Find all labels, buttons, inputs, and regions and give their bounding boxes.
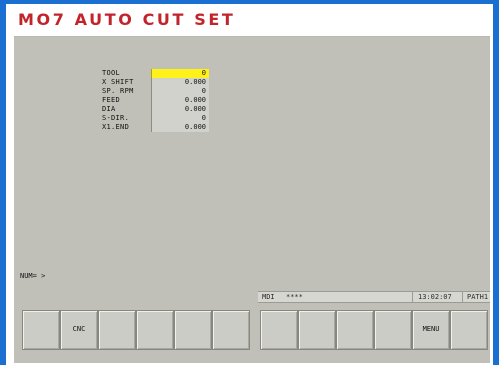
param-row-x-shift: X SHIFT 0.000 — [102, 78, 232, 87]
status-path: PATH1 — [467, 293, 489, 301]
softkey-10[interactable] — [374, 310, 412, 350]
param-value: 0.000 — [184, 123, 206, 131]
status-divider — [462, 292, 463, 303]
param-value: 0 — [201, 114, 206, 122]
cnc-screenshot: MO7 AUTO CUT SET TOOL 0 X SHIFT 0.000 SP… — [0, 0, 499, 365]
softkey-menu[interactable]: MENU — [412, 310, 450, 350]
param-value: 0.000 — [184, 96, 206, 104]
param-label: SP. RPM — [102, 87, 134, 95]
param-field-feed[interactable]: 0.000 — [151, 96, 209, 105]
softkey-bar: CNC MENU — [14, 305, 490, 355]
parameter-table: TOOL 0 X SHIFT 0.000 SP. RPM 0 FEED 0.00… — [102, 69, 232, 132]
param-row-s-dir: S-DIR. 0 — [102, 114, 232, 123]
param-label: DIA — [102, 105, 116, 113]
softkey-3[interactable] — [98, 310, 136, 350]
frame-border-right — [493, 0, 499, 365]
param-row-feed: FEED 0.000 — [102, 96, 232, 105]
softkey-8[interactable] — [298, 310, 336, 350]
status-bar: MDI **** 13:02:07 PATH1 — [258, 291, 490, 303]
status-time: 13:02:07 — [418, 293, 452, 301]
softkey-6[interactable] — [212, 310, 250, 350]
softkey-7[interactable] — [260, 310, 298, 350]
param-label: S-DIR. — [102, 114, 130, 122]
param-row-dia: DIA 0.000 — [102, 105, 232, 114]
param-value: 0.000 — [184, 105, 206, 113]
cnc-display: MO7 AUTO CUT SET TOOL 0 X SHIFT 0.000 SP… — [14, 7, 490, 363]
param-value: 0 — [201, 69, 206, 77]
page-title: MO7 AUTO CUT SET — [18, 10, 236, 29]
param-field-x-shift[interactable]: 0.000 — [151, 78, 209, 87]
softkey-1[interactable] — [22, 310, 60, 350]
param-field-sp-rpm[interactable]: 0 — [151, 87, 209, 96]
input-prompt[interactable]: NUM= > — [20, 272, 45, 280]
param-label: X SHIFT — [102, 78, 134, 86]
softkey-4[interactable] — [136, 310, 174, 350]
softkey-label: CNC — [72, 325, 86, 333]
param-label: X1.END — [102, 123, 130, 131]
frame-border-top — [0, 0, 499, 4]
param-field-tool[interactable]: 0 — [151, 69, 209, 78]
param-row-tool: TOOL 0 — [102, 69, 232, 78]
title-bar: MO7 AUTO CUT SET — [14, 7, 490, 37]
frame-border-left — [0, 0, 6, 365]
param-value: 0.000 — [184, 78, 206, 86]
status-mode: MDI — [262, 293, 275, 301]
param-row-x1-end: X1.END 0.000 — [102, 123, 232, 132]
status-indicator: **** — [286, 293, 303, 301]
param-row-sp-rpm: SP. RPM 0 — [102, 87, 232, 96]
param-field-s-dir[interactable]: 0 — [151, 114, 209, 123]
param-label: TOOL — [102, 69, 121, 77]
softkey-9[interactable] — [336, 310, 374, 350]
status-divider — [412, 292, 413, 303]
softkey-5[interactable] — [174, 310, 212, 350]
param-label: FEED — [102, 96, 121, 104]
softkey-12[interactable] — [450, 310, 488, 350]
param-field-dia[interactable]: 0.000 — [151, 105, 209, 114]
param-value: 0 — [201, 87, 206, 95]
softkey-label: MENU — [422, 325, 440, 333]
param-field-x1-end[interactable]: 0.000 — [151, 123, 209, 132]
softkey-cnc[interactable]: CNC — [60, 310, 98, 350]
